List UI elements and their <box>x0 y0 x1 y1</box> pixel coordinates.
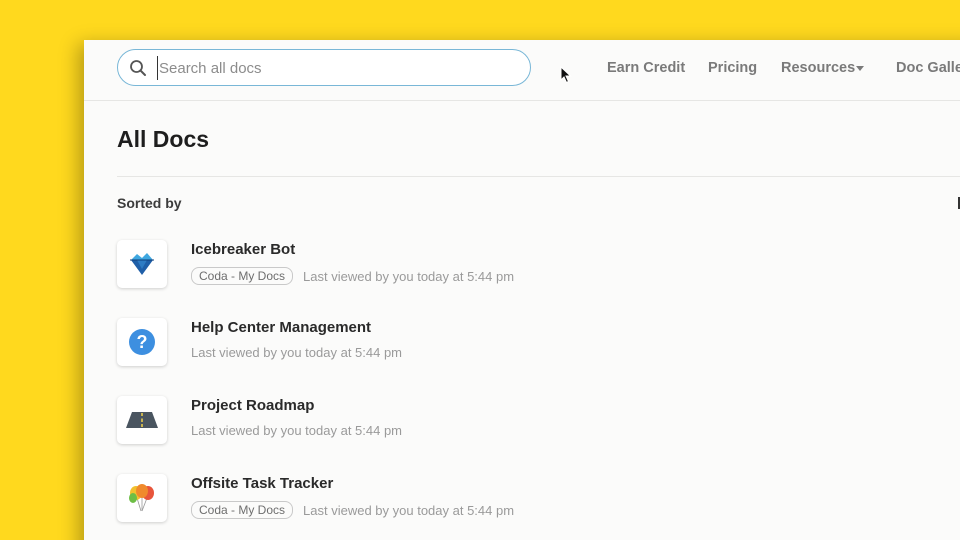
doc-icon-tile <box>117 240 167 288</box>
last-viewed-text: Last viewed by you today at 5:44 pm <box>191 345 403 360</box>
doc-title[interactable]: Project Roadmap <box>191 397 314 414</box>
app-window: Earn Credit Pricing Resources Doc Galle … <box>84 40 960 540</box>
doc-item[interactable]: ? Help Center Management Last viewed by … <box>117 318 897 378</box>
doc-item[interactable]: Project Roadmap Last viewed by you today… <box>117 396 897 456</box>
doc-meta: Last viewed by you today at 5:44 pm <box>191 345 402 360</box>
folder-tag[interactable]: Coda - My Docs <box>191 501 294 519</box>
iceberg-icon <box>130 253 154 275</box>
nav-doc-gallery[interactable]: Doc Galle <box>896 60 960 76</box>
balloons-icon <box>129 484 154 512</box>
sorted-by-label: Sorted by <box>117 195 182 211</box>
nav-earn-credit[interactable]: Earn Credit <box>607 60 685 76</box>
top-bar: Earn Credit Pricing Resources Doc Galle <box>84 40 960 101</box>
page-title: All Docs <box>117 126 210 152</box>
doc-item[interactable]: Offsite Task Tracker Coda - My Docs Last… <box>117 474 897 534</box>
question-icon: ? <box>129 329 155 355</box>
doc-title[interactable]: Offsite Task Tracker <box>191 475 333 492</box>
last-viewed-text: Last viewed by you today at 5:44 pm <box>303 502 515 518</box>
last-viewed-text: Last viewed by you today at 5:44 pm <box>303 268 515 284</box>
search-box[interactable] <box>117 49 531 86</box>
svg-text:?: ? <box>137 332 148 352</box>
search-icon <box>130 60 146 76</box>
doc-title[interactable]: Icebreaker Bot <box>191 241 295 258</box>
doc-icon-tile <box>117 474 167 522</box>
doc-item[interactable]: Icebreaker Bot Coda - My Docs Last viewe… <box>117 240 897 300</box>
doc-title[interactable]: Help Center Management <box>191 319 371 336</box>
doc-meta: Coda - My Docs Last viewed by you today … <box>191 501 514 519</box>
doc-meta: Coda - My Docs Last viewed by you today … <box>191 267 514 285</box>
doc-meta: Last viewed by you today at 5:44 pm <box>191 423 402 438</box>
doc-icon-tile: ? <box>117 318 167 366</box>
nav-pricing[interactable]: Pricing <box>708 60 757 76</box>
nav-resources[interactable]: Resources <box>781 60 855 76</box>
road-icon <box>126 412 158 428</box>
chevron-down-icon[interactable] <box>856 66 864 71</box>
folder-tag[interactable]: Coda - My Docs <box>191 267 294 285</box>
last-viewed-text: Last viewed by you today at 5:44 pm <box>191 423 403 438</box>
search-input[interactable] <box>157 56 517 80</box>
doc-icon-tile <box>117 396 167 444</box>
divider <box>117 176 960 177</box>
mouse-cursor-icon <box>560 66 572 84</box>
